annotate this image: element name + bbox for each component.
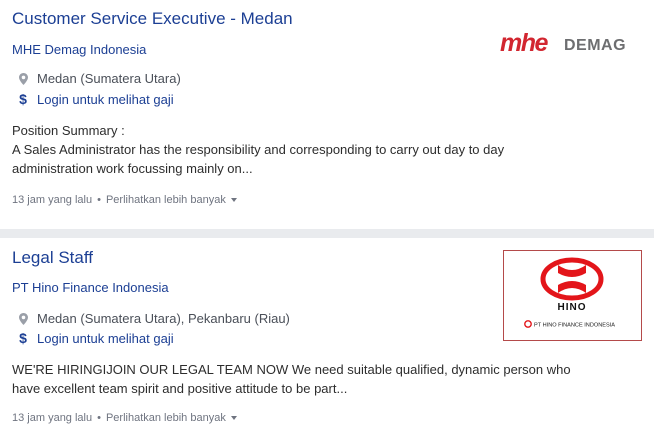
description-line: have excellent team spirit and positive … (12, 381, 348, 396)
separator-dot: • (97, 194, 101, 206)
job-title[interactable]: Legal Staff (12, 248, 93, 268)
company-logo[interactable]: mhe DEMAG (500, 29, 642, 57)
description-line: administration work focussing mainly on.… (12, 161, 253, 176)
posted-time: 13 jam yang lalu (12, 194, 93, 206)
hino-logo: HINO PT HINO FINANCE INDONESIA (524, 257, 615, 329)
description-line: Position Summary : (12, 123, 125, 138)
company-name[interactable]: PT Hino Finance Indonesia (12, 280, 169, 295)
salary-row[interactable]: $ Login untuk melihat gaji (16, 330, 174, 346)
job-footer: 13 jam yang lalu • Perlihatkan lebih ban… (12, 412, 237, 424)
job-description: Position Summary : A Sales Administrator… (12, 121, 504, 178)
card-separator (0, 229, 654, 238)
location-row: Medan (Sumatera Utara), Pekanbaru (Riau) (16, 311, 290, 326)
posted-time: 13 jam yang lalu (12, 412, 93, 424)
caret-down-icon[interactable] (230, 198, 237, 202)
location-text: Medan (Sumatera Utara) (37, 71, 181, 86)
description-line: A Sales Administrator has the responsibi… (12, 142, 505, 157)
show-more-link[interactable]: Perlihatkan lebih banyak (106, 412, 226, 424)
description-line: WE'RE HIRINGIJOIN OUR LEGAL TEAM NOW We … (12, 362, 571, 377)
dollar-icon: $ (19, 91, 27, 107)
dollar-icon: $ (19, 330, 27, 346)
salary-row[interactable]: $ Login untuk melihat gaji (16, 91, 174, 107)
location-row: Medan (Sumatera Utara) (16, 71, 181, 86)
logo-mark: mhe (500, 30, 549, 56)
separator-dot: • (97, 412, 101, 424)
mhe-demag-logo: mhe DEMAG (500, 29, 626, 57)
logo-name: HINO (558, 302, 587, 313)
map-pin-icon (16, 312, 30, 325)
salary-login-link[interactable]: Login untuk melihat gaji (37, 92, 174, 107)
job-title[interactable]: Customer Service Executive - Medan (12, 9, 293, 29)
job-description: WE'RE HIRINGIJOIN OUR LEGAL TEAM NOW We … (12, 360, 571, 398)
caret-down-icon[interactable] (230, 416, 237, 420)
location-text: Medan (Sumatera Utara), Pekanbaru (Riau) (37, 311, 290, 326)
job-footer: 13 jam yang lalu • Perlihatkan lebih ban… (12, 194, 237, 206)
job-card[interactable]: Customer Service Executive - Medan MHE D… (0, 0, 654, 229)
company-name[interactable]: MHE Demag Indonesia (12, 42, 146, 57)
salary-login-link[interactable]: Login untuk melihat gaji (37, 331, 174, 346)
show-more-link[interactable]: Perlihatkan lebih banyak (106, 194, 226, 206)
logo-name: DEMAG (564, 37, 626, 54)
map-pin-icon (16, 72, 30, 85)
company-logo[interactable]: HINO PT HINO FINANCE INDONESIA (503, 250, 642, 341)
logo-subtitle: PT HINO FINANCE INDONESIA (534, 323, 615, 329)
